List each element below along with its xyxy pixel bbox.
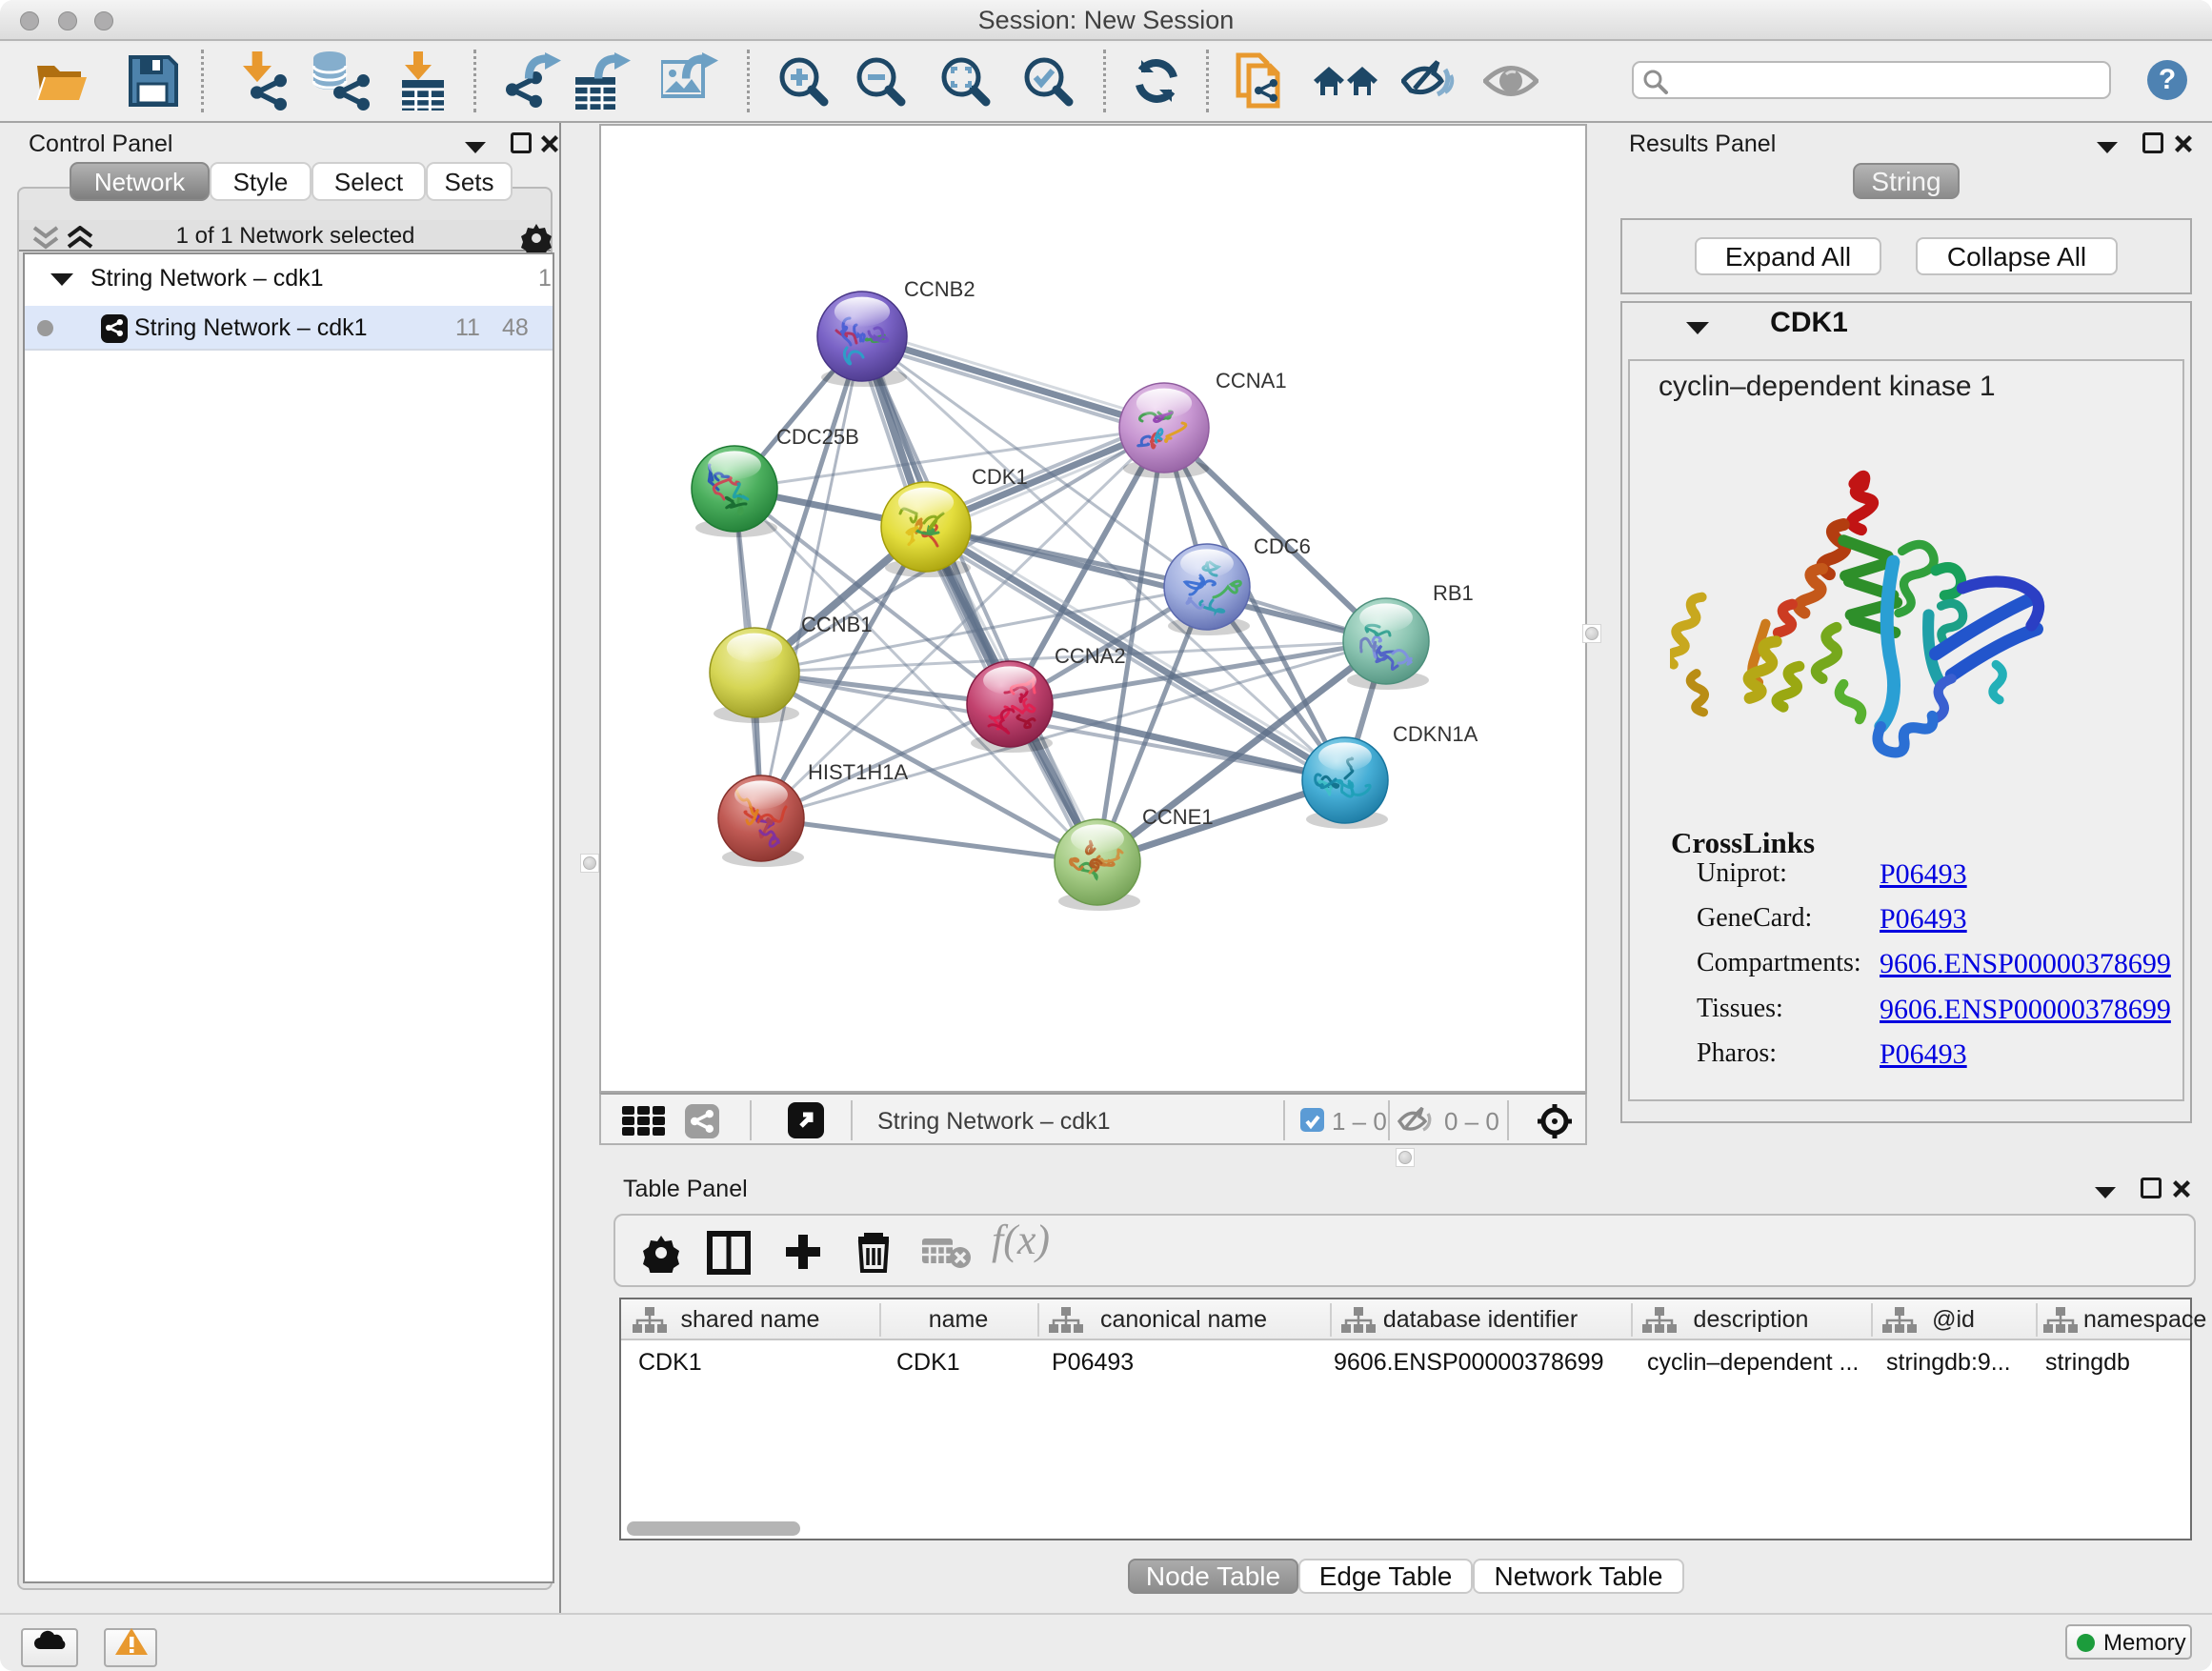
svg-text:HIST1H1A: HIST1H1A bbox=[808, 760, 908, 784]
svg-text:CCNE1: CCNE1 bbox=[1142, 805, 1214, 829]
svg-text:CCNB1: CCNB1 bbox=[801, 613, 873, 636]
svg-text:CDC25B: CDC25B bbox=[776, 425, 859, 449]
svg-text:CCNB2: CCNB2 bbox=[904, 277, 975, 301]
svg-text:CCNA1: CCNA1 bbox=[1216, 369, 1287, 393]
svg-text:CDC6: CDC6 bbox=[1254, 534, 1311, 558]
svg-text:CDK1: CDK1 bbox=[972, 465, 1028, 489]
svg-text:RB1: RB1 bbox=[1433, 581, 1474, 605]
svg-text:CCNA2: CCNA2 bbox=[1055, 644, 1126, 668]
svg-text:CDKN1A: CDKN1A bbox=[1393, 722, 1478, 746]
